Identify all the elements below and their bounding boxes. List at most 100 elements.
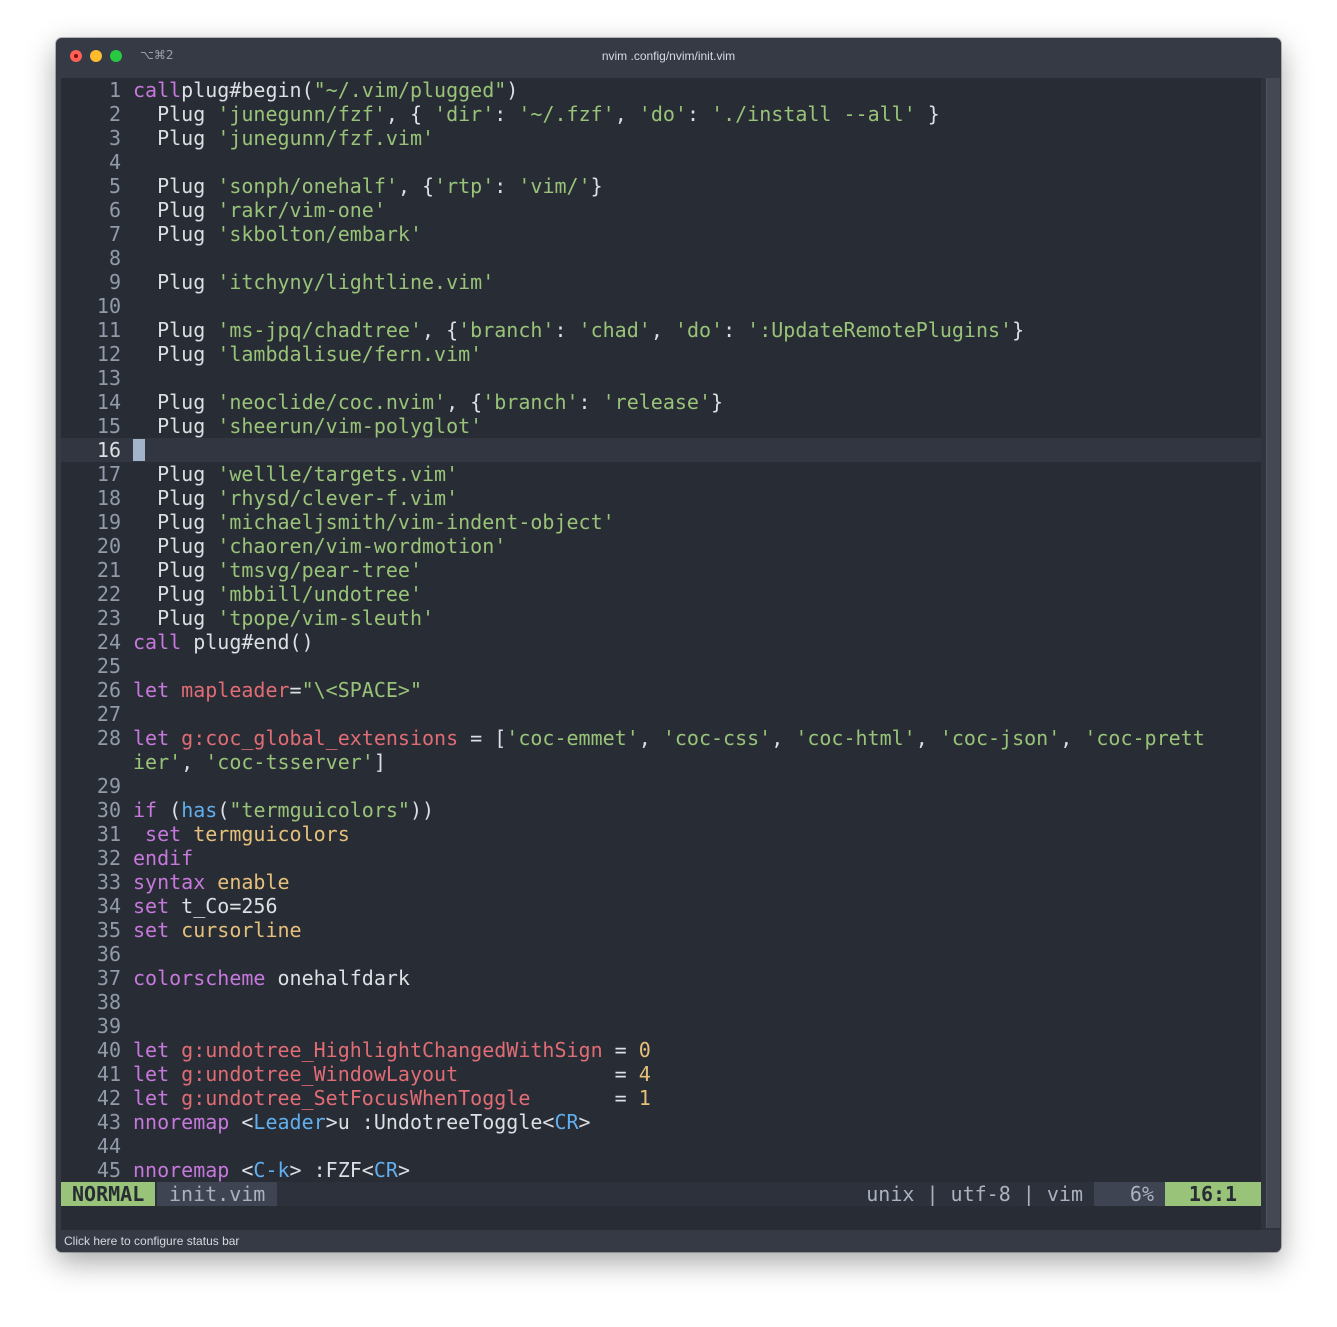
token-text: t_Co=256: [169, 894, 278, 918]
code-line[interactable]: 5 Plug 'sonph/onehalf', {'rtp': 'vim/'}: [61, 174, 1261, 198]
code-line[interactable]: 32 endif: [61, 846, 1261, 870]
line-text: Plug 'junegunn/fzf', { 'dir': '~/.fzf', …: [133, 102, 1213, 126]
line-text: Plug 'neoclide/coc.nvim', {'branch': 're…: [133, 390, 1213, 414]
code-line[interactable]: 40 let g:undotree_HighlightChangedWithSig…: [61, 1038, 1261, 1062]
line-text: Plug 'tpope/vim-sleuth': [133, 606, 1213, 630]
line-number: 10: [96, 294, 121, 318]
token-keyword: endif: [133, 846, 194, 870]
code-line[interactable]: 28 let g:coc_global_extensions = ['coc-em…: [61, 726, 1261, 774]
token-text: :: [554, 318, 579, 342]
command-line[interactable]: [61, 1206, 1261, 1230]
status-bar-config[interactable]: Click here to configure status bar: [56, 1230, 1281, 1252]
line-number: 14: [96, 390, 121, 414]
line-text: let g:undotree_WindowLayout = 4: [133, 1062, 1213, 1086]
line-number: 9: [108, 270, 121, 294]
code-line[interactable]: 42 let g:undotree_SetFocusWhenToggle = 1: [61, 1086, 1261, 1110]
code-line[interactable]: 16: [61, 438, 1261, 462]
code-line[interactable]: 10: [61, 294, 1261, 318]
editor-pane[interactable]: 1 callplug#begin("~/.vim/plugged") 2 Plug …: [61, 78, 1261, 1230]
code-line[interactable]: 19 Plug 'michaeljsmith/vim-indent-object…: [61, 510, 1261, 534]
token-text: , {: [446, 390, 483, 414]
line-text: set t_Co=256: [133, 894, 1213, 918]
scrollbar-thumb[interactable]: [1266, 78, 1280, 1228]
token-text: >u :UndotreeToggle<: [325, 1110, 555, 1134]
code-line[interactable]: 20 Plug 'chaoren/vim-wordmotion': [61, 534, 1261, 558]
token-text: , {: [385, 102, 435, 126]
code-line[interactable]: 38: [61, 990, 1261, 1014]
code-line[interactable]: 41 let g:undotree_WindowLayout = 4: [61, 1062, 1261, 1086]
code-line[interactable]: 34 set t_Co=256: [61, 894, 1261, 918]
code-line[interactable]: 26 let mapleader="\<SPACE>": [61, 678, 1261, 702]
code-line[interactable]: 7 Plug 'skbolton/embark': [61, 222, 1261, 246]
token-string: 'neoclide/coc.nvim': [217, 390, 447, 414]
line-text: Plug 'mbbill/undotree': [133, 582, 1213, 606]
token-text: Plug: [133, 462, 218, 486]
code-line[interactable]: 14 Plug 'neoclide/coc.nvim', {'branch': …: [61, 390, 1261, 414]
code-line[interactable]: 25: [61, 654, 1261, 678]
code-line[interactable]: 36: [61, 942, 1261, 966]
code-line[interactable]: 11 Plug 'ms-jpq/chadtree', {'branch': 'c…: [61, 318, 1261, 342]
code-line[interactable]: 35 set cursorline: [61, 918, 1261, 942]
token-string: "\<SPACE>": [301, 678, 423, 702]
token-text: ,: [915, 726, 940, 750]
token-text: onehalfdark: [265, 966, 410, 990]
token-text: }: [915, 102, 940, 126]
code-line[interactable]: 12 Plug 'lambdalisue/fern.vim': [61, 342, 1261, 366]
status-bar-hint[interactable]: Click here to configure status bar: [64, 1234, 239, 1248]
code-line[interactable]: 9 Plug 'itchyny/lightline.vim': [61, 270, 1261, 294]
code-line[interactable]: 1 callplug#begin("~/.vim/plugged"): [61, 78, 1261, 102]
token-text: =: [602, 1038, 639, 1062]
code-line[interactable]: 43 nnoremap <Leader>u :UndotreeToggle<CR>: [61, 1110, 1261, 1134]
code-line[interactable]: 27: [61, 702, 1261, 726]
code-line[interactable]: 33 syntax enable: [61, 870, 1261, 894]
line-number: 29: [96, 774, 121, 798]
code-line[interactable]: 21 Plug 'tmsvg/pear-tree': [61, 558, 1261, 582]
code-line[interactable]: 29: [61, 774, 1261, 798]
code-line[interactable]: 39: [61, 1014, 1261, 1038]
line-text: set termguicolors: [133, 822, 1213, 846]
code-line[interactable]: 13: [61, 366, 1261, 390]
token-string: 'coc-css': [662, 726, 772, 750]
token-function: Leader: [253, 1110, 326, 1134]
line-number: 35: [96, 918, 121, 942]
token-text: <: [229, 1110, 254, 1134]
token-string: 'mbbill/undotree': [217, 582, 423, 606]
code-line[interactable]: 8: [61, 246, 1261, 270]
token-string: 'coc-tsserver': [205, 750, 374, 774]
code-line[interactable]: 24 call plug#end(): [61, 630, 1261, 654]
line-text: syntax enable: [133, 870, 1213, 894]
code-line[interactable]: 23 Plug 'tpope/vim-sleuth': [61, 606, 1261, 630]
code-line[interactable]: 22 Plug 'mbbill/undotree': [61, 582, 1261, 606]
token-text: Plug: [133, 174, 218, 198]
token-option: enable: [217, 870, 290, 894]
line-number: 15: [96, 414, 121, 438]
text-cursor: [133, 439, 145, 461]
code-buffer[interactable]: 1 callplug#begin("~/.vim/plugged") 2 Plug …: [61, 78, 1261, 1182]
code-line[interactable]: 44: [61, 1134, 1261, 1158]
line-number: 27: [96, 702, 121, 726]
code-line[interactable]: 30 if (has("termguicolors")): [61, 798, 1261, 822]
code-line[interactable]: 31 set termguicolors: [61, 822, 1261, 846]
token-string: 'skbolton/embark': [217, 222, 423, 246]
line-text: set cursorline: [133, 918, 1213, 942]
code-line[interactable]: 17 Plug 'wellle/targets.vim': [61, 462, 1261, 486]
code-line[interactable]: 15 Plug 'sheerun/vim-polyglot': [61, 414, 1261, 438]
code-line[interactable]: 2 Plug 'junegunn/fzf', { 'dir': '~/.fzf'…: [61, 102, 1261, 126]
token-text: :: [494, 174, 519, 198]
token-text: :: [686, 102, 712, 126]
token-string: 'junegunn/fzf': [217, 102, 386, 126]
code-line[interactable]: 3 Plug 'junegunn/fzf.vim': [61, 126, 1261, 150]
code-line[interactable]: 37 colorscheme onehalfdark: [61, 966, 1261, 990]
token-text: Plug: [133, 582, 218, 606]
token-string: 'release': [602, 390, 712, 414]
code-line[interactable]: 6 Plug 'rakr/vim-one': [61, 198, 1261, 222]
code-line[interactable]: 18 Plug 'rhysd/clever-f.vim': [61, 486, 1261, 510]
line-text: colorscheme onehalfdark: [133, 966, 1213, 990]
code-line[interactable]: 4: [61, 150, 1261, 174]
token-function: CR: [373, 1158, 398, 1182]
code-line[interactable]: 45 nnoremap <C-k> :FZF<CR>: [61, 1158, 1261, 1182]
